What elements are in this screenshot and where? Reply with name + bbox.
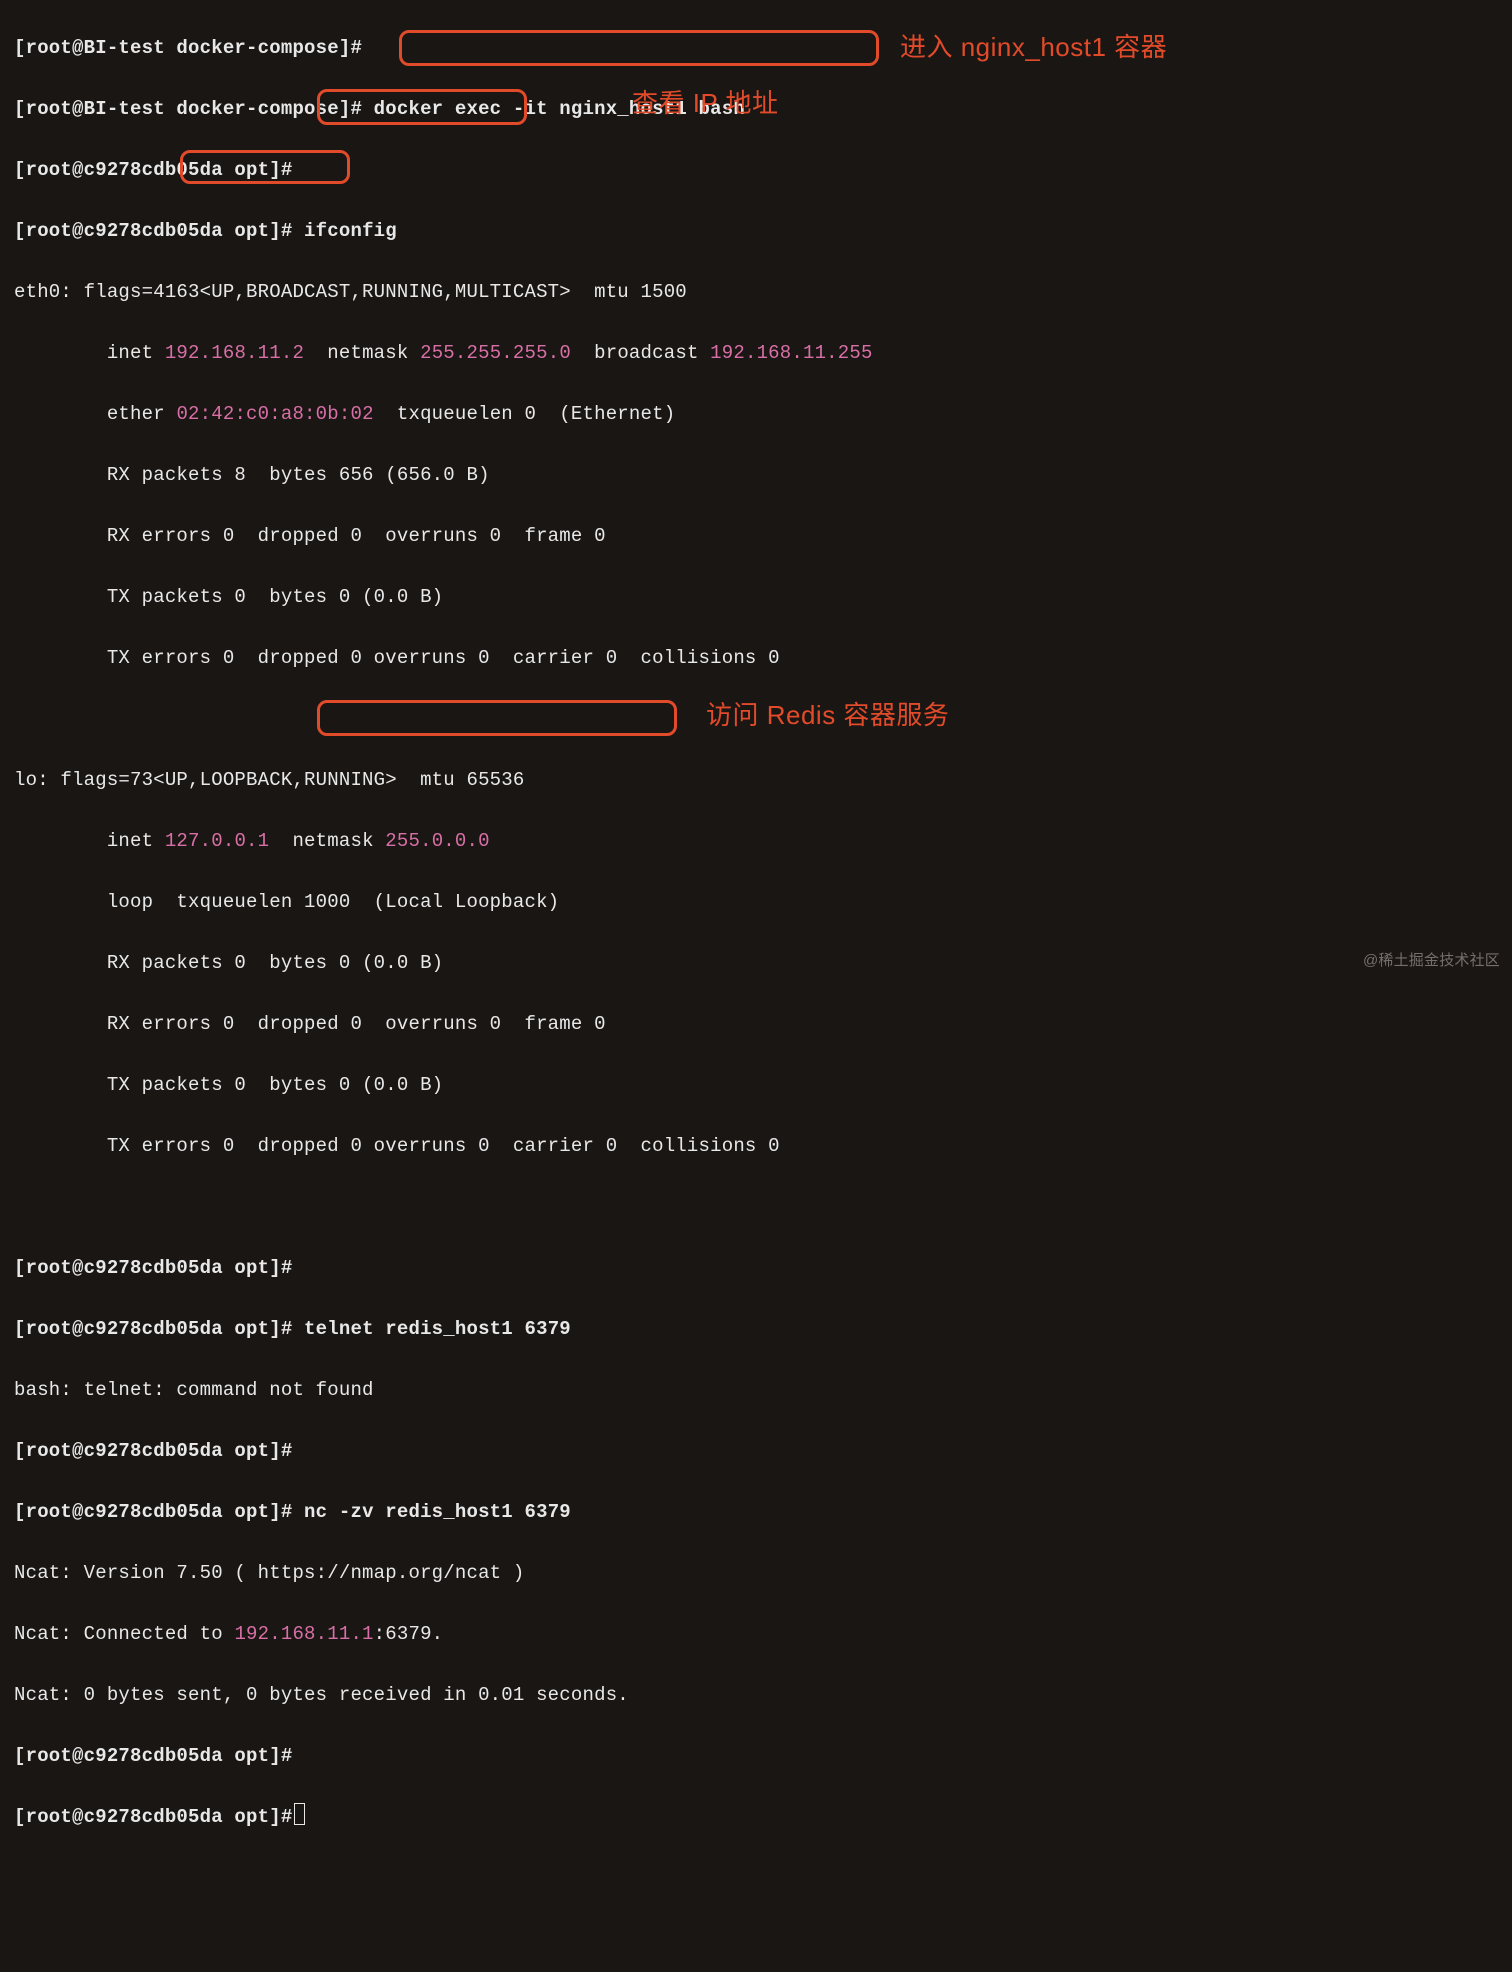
prompt-container: [root@c9278cdb05da opt]# (14, 1318, 292, 1340)
output-line: RX packets 8 bytes 656 (656.0 B) (14, 460, 1498, 491)
eth0-netmask: 255.255.255.0 (420, 342, 571, 364)
output-line: inet 127.0.0.1 netmask 255.0.0.0 (14, 826, 1498, 857)
prompt-container: [root@c9278cdb05da opt]# (14, 1257, 292, 1279)
blank-line (14, 1192, 1498, 1223)
eth0-broadcast: 192.168.11.255 (710, 342, 872, 364)
watermark: @稀土掘金技术社区 (1363, 946, 1500, 977)
eth0-mac: 02:42:c0:a8:0b:02 (176, 403, 373, 425)
output-line: Ncat: Connected to 192.168.11.1:6379. (14, 1619, 1498, 1650)
cmd-line: [root@c9278cdb05da opt]# ifconfig (14, 216, 1498, 247)
prompt-container: [root@c9278cdb05da opt]# (14, 220, 292, 242)
output-line: RX packets 0 bytes 0 (0.0 B) (14, 948, 1498, 979)
prompt-line: [root@c9278cdb05da opt]# (14, 1741, 1498, 1772)
output-line: bash: telnet: command not found (14, 1375, 1498, 1406)
cmd-line: [root@c9278cdb05da opt]# nc -zv redis_ho… (14, 1497, 1498, 1528)
command-telnet: telnet redis_host1 6379 (292, 1318, 570, 1340)
output-line: RX errors 0 dropped 0 overruns 0 frame 0 (14, 1009, 1498, 1040)
annotation-enter-container: 进入 nginx_host1 容器 (900, 32, 1167, 63)
prompt-line: [root@c9278cdb05da opt]# (14, 155, 1498, 186)
prompt-line: [root@BI-test docker-compose]# (14, 33, 1498, 64)
prompt-container: [root@c9278cdb05da opt]# (14, 1745, 292, 1767)
lo-ip: 127.0.0.1 (165, 830, 269, 852)
output-line: eth0: flags=4163<UP,BROADCAST,RUNNING,MU… (14, 277, 1498, 308)
prompt-line: [root@c9278cdb05da opt]# (14, 1436, 1498, 1467)
lo-netmask: 255.0.0.0 (385, 830, 489, 852)
output-line: RX errors 0 dropped 0 overruns 0 frame 0 (14, 521, 1498, 552)
prompt-container: [root@c9278cdb05da opt]# (14, 1440, 292, 1462)
output-line: TX packets 0 bytes 0 (0.0 B) (14, 1070, 1498, 1101)
output-line: loop txqueuelen 1000 (Local Loopback) (14, 887, 1498, 918)
output-line: TX packets 0 bytes 0 (0.0 B) (14, 582, 1498, 613)
prompt-host: [root@BI-test docker-compose]# (14, 37, 362, 59)
annotation-access-redis: 访问 Redis 容器服务 (706, 700, 949, 731)
output-line: inet 192.168.11.2 netmask 255.255.255.0 … (14, 338, 1498, 369)
prompt-line: [root@c9278cdb05da opt]# (14, 1253, 1498, 1284)
prompt-container: [root@c9278cdb05da opt]# (14, 1806, 292, 1828)
prompt-container: [root@c9278cdb05da opt]# (14, 1501, 292, 1523)
prompt-line: [root@c9278cdb05da opt]# (14, 1802, 1498, 1833)
command-ifconfig: ifconfig (292, 220, 396, 242)
output-line: lo: flags=73<UP,LOOPBACK,RUNNING> mtu 65… (14, 765, 1498, 796)
cmd-line: [root@c9278cdb05da opt]# telnet redis_ho… (14, 1314, 1498, 1345)
eth0-ip: 192.168.11.2 (165, 342, 304, 364)
cursor (294, 1803, 305, 1825)
output-line: Ncat: 0 bytes sent, 0 bytes received in … (14, 1680, 1498, 1711)
ncat-ip: 192.168.11.1 (234, 1623, 373, 1645)
output-line: TX errors 0 dropped 0 overruns 0 carrier… (14, 643, 1498, 674)
output-line: TX errors 0 dropped 0 overruns 0 carrier… (14, 1131, 1498, 1162)
prompt-container: [root@c9278cdb05da opt]# (14, 159, 292, 181)
output-line: ether 02:42:c0:a8:0b:02 txqueuelen 0 (Et… (14, 399, 1498, 430)
terminal[interactable]: [root@BI-test docker-compose]# [root@BI-… (14, 2, 1498, 1972)
command-nc: nc -zv redis_host1 6379 (292, 1501, 570, 1523)
prompt-host: [root@BI-test docker-compose]# (14, 98, 362, 120)
annotation-view-ip: 查看 IP 地址 (632, 88, 779, 119)
output-line: Ncat: Version 7.50 ( https://nmap.org/nc… (14, 1558, 1498, 1589)
